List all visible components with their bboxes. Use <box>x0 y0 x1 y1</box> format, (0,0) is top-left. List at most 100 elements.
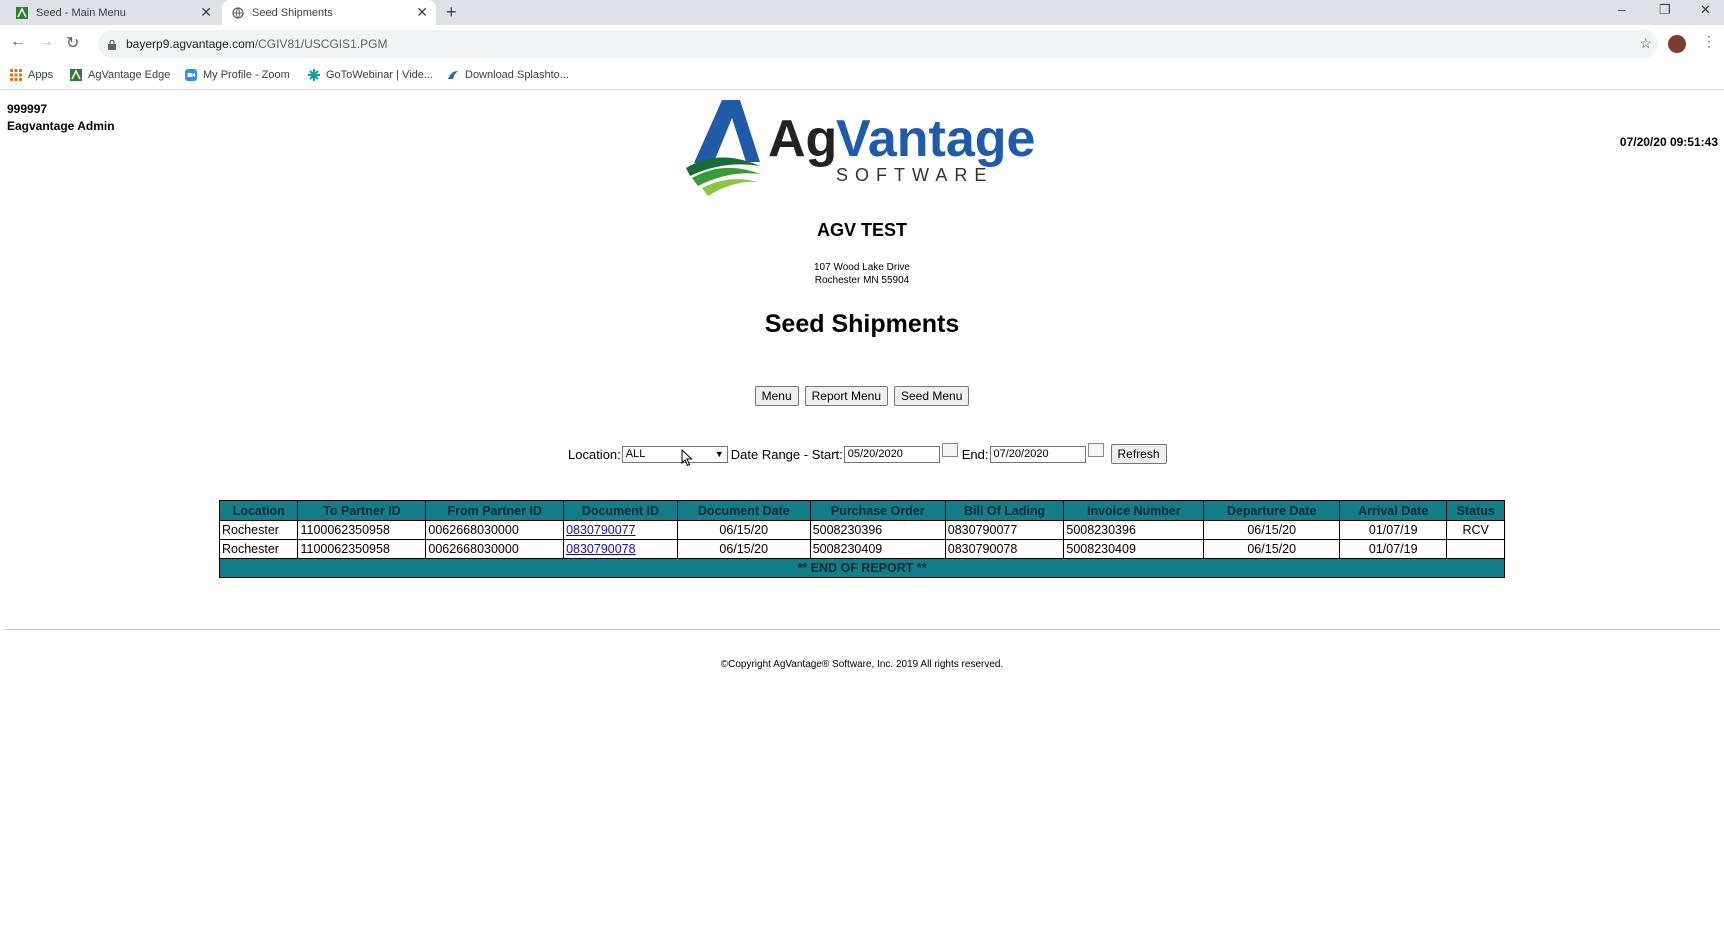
calendar-icon[interactable] <box>941 443 958 457</box>
logo-ag-text: Ag <box>768 110 837 168</box>
table-cell: 01/07/19 <box>1339 520 1448 540</box>
logo-vantage-text: Vantage <box>836 110 1035 168</box>
divider <box>4 629 1720 630</box>
apps-grid-icon <box>10 69 22 81</box>
bookmark-label: Download Splashto... <box>465 69 569 81</box>
table-cell: 06/15/20 <box>676 520 811 540</box>
company-name: AGV TEST <box>816 220 907 240</box>
bookmark-gotowebinar[interactable]: GoToWebinar | Vide... <box>308 69 433 81</box>
table-cell: 0830790077 <box>944 520 1065 540</box>
lock-icon <box>108 37 116 50</box>
location-select[interactable]: ALL ▼ <box>621 445 728 463</box>
user-id: 999997 <box>7 102 48 116</box>
timestamp: 07/20/20 09:51:43 <box>1619 135 1718 149</box>
end-date-input[interactable]: 07/20/2020 <box>989 445 1086 463</box>
menu-button[interactable]: Menu <box>754 386 799 406</box>
column-header: Purchase Order <box>809 500 946 521</box>
url-input[interactable]: bayerp9.agvantage.com/CGIV81/USCGIS1.PGM… <box>98 30 1658 58</box>
profile-avatar[interactable] <box>1668 35 1686 53</box>
column-header: Status <box>1446 500 1505 521</box>
column-header: To Partner ID <box>297 500 427 521</box>
table-cell: 0830790078 <box>944 539 1065 559</box>
copyright-text: ©Copyright AgVantage® Software, Inc. 201… <box>720 659 1004 670</box>
report-menu-button[interactable]: Report Menu <box>804 386 888 406</box>
bookmark-splashtop[interactable]: Download Splashto... <box>447 69 569 81</box>
column-header: Invoice Number <box>1063 500 1205 521</box>
table-cell: 5008230409 <box>1063 539 1205 559</box>
splashtop-icon <box>447 69 459 81</box>
browser-tab-bar: Seed - Main Menu ✕ Seed Shipments ✕ + – … <box>0 0 1724 25</box>
table-cell <box>1446 539 1505 559</box>
url-text: bayerp9.agvantage.com/CGIV81/USCGIS1.PGM <box>126 37 387 51</box>
user-name: Eagvantage Admin <box>7 119 115 133</box>
tab-seed-main-menu[interactable]: Seed - Main Menu ✕ <box>0 0 220 25</box>
seed-menu-button[interactable]: Seed Menu <box>894 386 970 406</box>
nav-button-row: Menu Report Menu Seed Menu <box>0 386 1724 406</box>
column-header: Bill Of Lading <box>944 500 1065 521</box>
bookmark-agvantage-edge[interactable]: AgVantage Edge <box>70 69 170 81</box>
new-tab-icon[interactable]: + <box>446 2 457 23</box>
bookmarks-bar: Apps AgVantage Edge My Profile - Zoom Go… <box>0 63 1724 90</box>
bookmark-label: My Profile - Zoom <box>203 69 290 81</box>
user-info: 999997 Eagvantage Admin <box>7 101 115 135</box>
table-row: Rochester 1100062350958 0062668030000 08… <box>218 539 1505 559</box>
agvantage-logo: Ag Vantage SOFTWARE <box>684 98 1044 198</box>
restore-icon[interactable]: ❐ <box>1659 2 1671 18</box>
bookmark-label: AgVantage Edge <box>88 69 171 81</box>
document-id-link[interactable]: 0830790077 <box>566 523 636 537</box>
globe-icon <box>232 6 244 19</box>
location-value: ALL <box>625 448 646 460</box>
reload-icon[interactable]: ↻ <box>66 33 79 53</box>
more-options-icon[interactable]: ⋮ <box>1702 33 1716 50</box>
table-cell: 06/15/20 <box>1203 539 1341 559</box>
end-date-label: End: <box>961 446 989 462</box>
address-bar: ← → ↻ bayerp9.agvantage.com/CGIV81/USCGI… <box>0 25 1724 63</box>
table-cell: Rochester <box>218 520 299 540</box>
bookmark-zoom[interactable]: My Profile - Zoom <box>185 69 290 81</box>
table-cell: 06/15/20 <box>1203 520 1341 540</box>
calendar-icon[interactable] <box>1087 443 1104 457</box>
logo-software-text: SOFTWARE <box>836 165 993 185</box>
table-header-row: Location To Partner ID From Partner ID D… <box>218 500 1505 521</box>
zoom-icon <box>185 69 197 81</box>
table-cell: 5008230396 <box>809 520 946 540</box>
date-range-start-label: Date Range - Start: <box>730 446 843 462</box>
table-cell: Rochester <box>218 539 299 559</box>
table-cell: 1100062350958 <box>297 520 427 540</box>
close-tab-icon[interactable]: ✕ <box>200 4 212 21</box>
column-header: Document Date <box>676 500 811 521</box>
column-header: From Partner ID <box>425 500 565 521</box>
refresh-button[interactable]: Refresh <box>1110 444 1167 464</box>
table-cell: 1100062350958 <box>297 539 427 559</box>
bookmark-star-icon[interactable]: ☆ <box>1639 35 1652 52</box>
table-cell: 5008230396 <box>1063 520 1205 540</box>
start-date-input[interactable]: 05/20/2020 <box>843 445 940 463</box>
end-of-report-row: ** END OF REPORT ** <box>219 558 1505 578</box>
document-id-link[interactable]: 0830790078 <box>566 542 636 556</box>
column-header: Location <box>218 500 299 521</box>
end-of-report-text: ** END OF REPORT ** <box>219 558 1505 578</box>
column-header: Departure Date <box>1203 500 1341 521</box>
address-line-2: Rochester MN 55904 <box>814 275 910 286</box>
table-cell: 0830790078 <box>563 539 678 559</box>
company-address: 107 Wood Lake Drive Rochester MN 55904 <box>0 261 1724 287</box>
location-label: Location: <box>568 446 621 462</box>
forward-icon[interactable]: → <box>38 33 54 51</box>
url-host: bayerp9.agvantage.com <box>126 37 255 51</box>
address-line-1: 107 Wood Lake Drive <box>814 262 910 273</box>
agvantage-favicon-icon <box>16 6 28 19</box>
tab-seed-shipments[interactable]: Seed Shipments ✕ <box>222 0 436 25</box>
shipments-table: Location To Partner ID From Partner ID D… <box>218 500 1505 578</box>
column-header: Arrival Date <box>1339 500 1448 521</box>
url-path: /CGIV81/USCGIS1.PGM <box>254 37 388 51</box>
back-icon[interactable]: ← <box>10 33 26 51</box>
page-title: Seed Shipments <box>764 310 960 338</box>
bookmark-label: GoToWebinar | Vide... <box>326 69 434 81</box>
table-cell: 5008230409 <box>809 539 946 559</box>
bookmark-apps[interactable]: Apps <box>10 69 53 81</box>
tab-title: Seed Shipments <box>252 6 333 19</box>
close-window-icon[interactable]: ✕ <box>1700 2 1711 18</box>
close-tab-icon[interactable]: ✕ <box>416 4 428 21</box>
bookmark-label: Apps <box>28 69 54 81</box>
minimize-icon[interactable]: – <box>1618 2 1625 17</box>
